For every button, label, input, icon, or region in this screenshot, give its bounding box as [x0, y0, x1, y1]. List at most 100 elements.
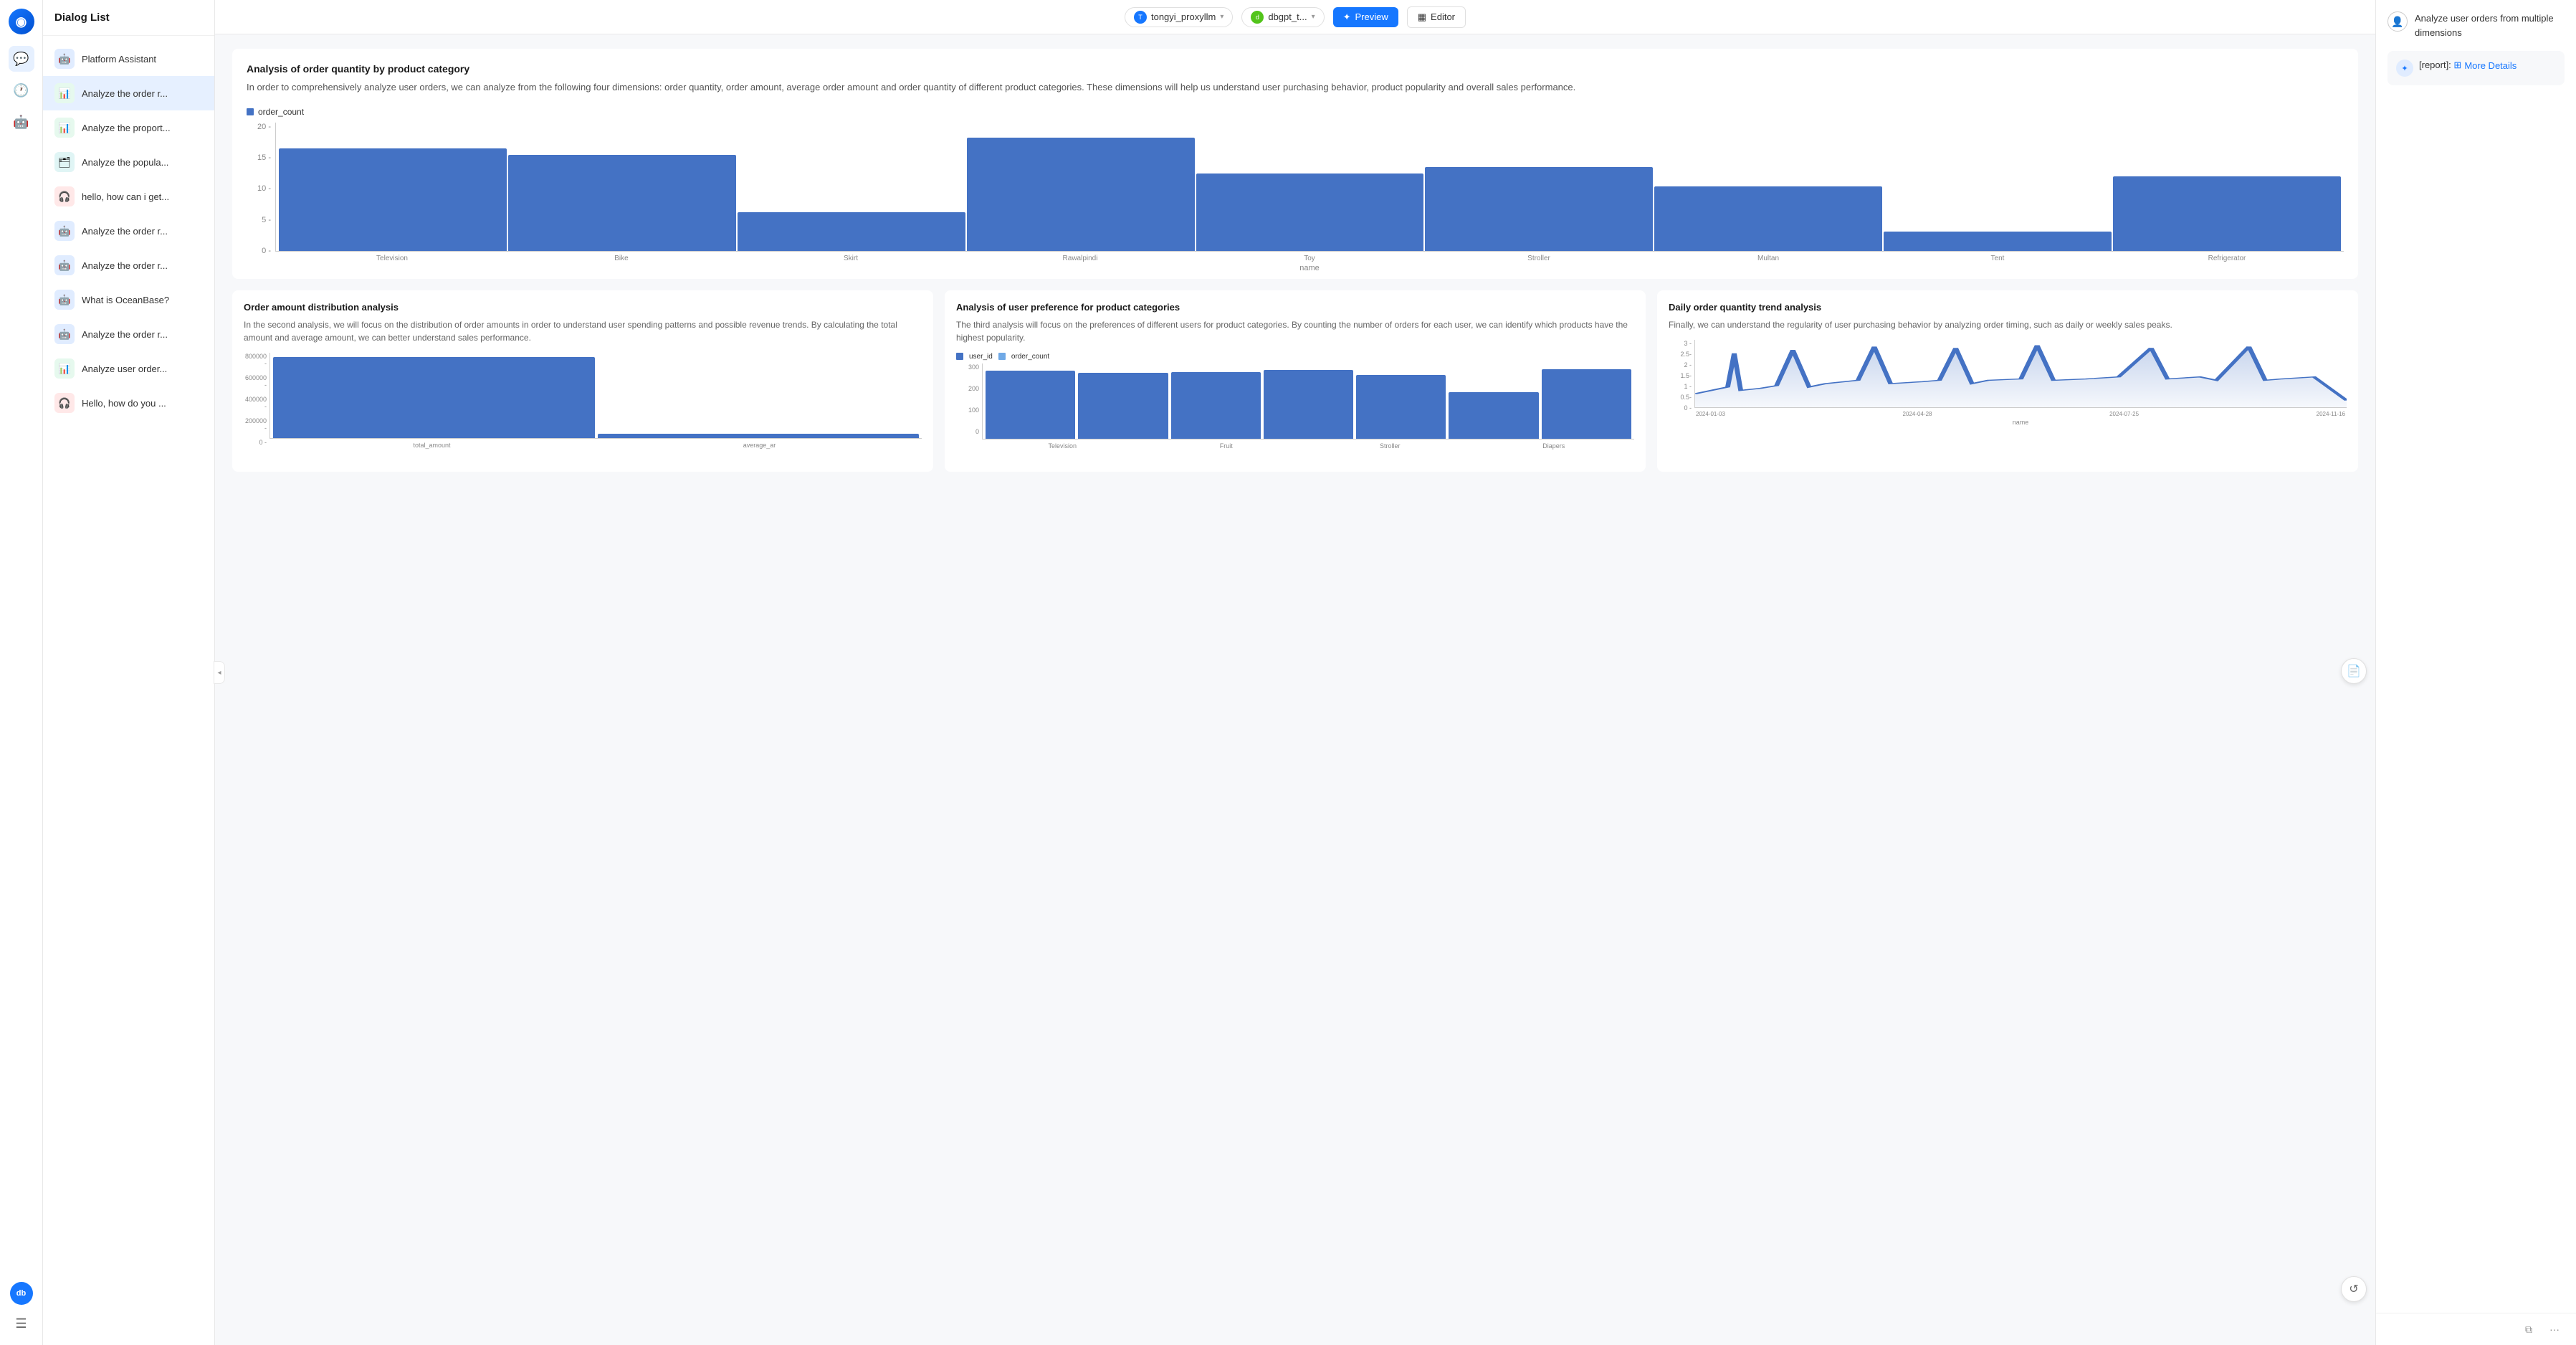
dialog-icon-6: 🤖: [54, 221, 75, 241]
user-message-box: 👤 Analyze user orders from multiple dime…: [2387, 11, 2565, 39]
dialog-item-5[interactable]: 🎧 hello, how can i get...: [43, 179, 214, 214]
dialog-label-1: Platform Assistant: [82, 54, 203, 65]
collapse-sidebar-button[interactable]: ◂: [214, 661, 225, 684]
chart1-xlabel-6: Multan: [1654, 252, 1882, 262]
chart1-xlabel-3: Rawalpindi: [966, 252, 1194, 262]
chart1-xlabel-2: Skirt: [737, 252, 965, 262]
copy-action-button[interactable]: ⧉: [2519, 1319, 2539, 1339]
model1-chevron-icon: ▾: [1220, 13, 1223, 21]
small-bars-1: [269, 353, 922, 439]
model1-name: tongyi_proxyllm: [1151, 11, 1216, 22]
dialog-item-8[interactable]: 🤖 What is OceanBase?: [43, 282, 214, 317]
model2-selector[interactable]: d dbgpt_t... ▾: [1241, 7, 1324, 27]
small-bar-2b: [1078, 373, 1168, 438]
card-order-amount: Order amount distribution analysis In th…: [232, 290, 933, 472]
external-link-icon: ⊞: [2453, 60, 2461, 71]
chart1-xlabel-4: Toy: [1196, 252, 1423, 262]
nav-history-icon[interactable]: 🕐: [9, 77, 34, 103]
x-axis-title-1: name: [275, 264, 2344, 272]
trend-svg: [1695, 340, 2347, 407]
main-analysis-section: Analysis of order quantity by product ca…: [232, 49, 2358, 279]
chart1-xlabel-7: Tent: [1884, 252, 2112, 262]
right-panel: 👤 Analyze user orders from multiple dime…: [2375, 0, 2576, 1345]
model1-selector[interactable]: T tongyi_proxyllm ▾: [1125, 7, 1233, 27]
small-y-axis-2: 300 200 100 0: [956, 363, 982, 450]
more-action-button[interactable]: ···: [2544, 1319, 2565, 1339]
bar-chart-1: order_count 20 - 15 - 10 - 5 - 0 -: [247, 107, 2344, 265]
card3-title: Daily order quantity trend analysis: [1669, 302, 2347, 313]
dialog-label-5: hello, how can i get...: [82, 191, 203, 202]
dialog-item-10[interactable]: 📊 Analyze user order...: [43, 351, 214, 386]
icon-bar: ◉ 💬 🕐 🤖 db ☰: [0, 0, 43, 1345]
model2-name: dbgpt_t...: [1268, 11, 1307, 22]
document-float-button[interactable]: 📄: [2341, 658, 2367, 684]
dialog-label-8: What is OceanBase?: [82, 295, 203, 305]
dialog-icon-3: 📊: [54, 118, 75, 138]
chart1-xlabel-0: Television: [278, 252, 506, 262]
card-daily-trend: Daily order quantity trend analysis Fina…: [1657, 290, 2358, 472]
dialog-list: Dialog List 🤖 Platform Assistant 📊 Analy…: [43, 0, 215, 1345]
chat-content: Analysis of order quantity by product ca…: [215, 34, 2375, 1345]
dialog-icon-9: 🤖: [54, 324, 75, 344]
chart1-xlabel-8: Refrigerator: [2113, 252, 2341, 262]
small-bar-1b: [598, 434, 920, 438]
dialog-icon-8: 🤖: [54, 290, 75, 310]
more-details-link[interactable]: ⊞ More Details: [2453, 60, 2517, 71]
dialog-item-6[interactable]: 🤖 Analyze the order r...: [43, 214, 214, 248]
card2-title: Analysis of user preference for product …: [956, 302, 1634, 313]
editor-button[interactable]: ▦ Editor: [1407, 6, 1466, 28]
user-avatar[interactable]: db: [10, 1282, 33, 1305]
chart1-bar-5[interactable]: [1425, 167, 1653, 250]
chart1-bar-4[interactable]: [1196, 174, 1424, 250]
nav-menu-icon[interactable]: ☰: [9, 1311, 34, 1336]
report-text: [report]: ⊞ More Details: [2419, 60, 2517, 71]
dialog-icon-11: 🎧: [54, 393, 75, 413]
dialog-icon-10: 📊: [54, 358, 75, 379]
dialog-item-9[interactable]: 🤖 Analyze the order r...: [43, 317, 214, 351]
dialog-icon-2: 📊: [54, 83, 75, 103]
chart1-bar-2[interactable]: [738, 212, 965, 251]
small-bar-2d: [1264, 370, 1353, 439]
app-logo: ◉: [9, 9, 34, 34]
chart1-bar-8[interactable]: [2113, 176, 2341, 251]
y-axis-1: 20 - 15 - 10 - 5 - 0 -: [247, 123, 275, 272]
dialog-label-3: Analyze the proport...: [82, 123, 203, 133]
dialog-list-header: Dialog List: [43, 0, 214, 36]
analysis-grid: Order amount distribution analysis In th…: [232, 290, 2358, 472]
editor-icon: ▦: [1418, 11, 1426, 23]
legend-label: order_count: [258, 107, 304, 117]
nav-agent-icon[interactable]: 🤖: [9, 109, 34, 135]
small-bar-2c: [1171, 372, 1261, 438]
chart1-bar-0[interactable]: [279, 148, 507, 251]
right-panel-actions: ⧉ ···: [2376, 1313, 2576, 1345]
report-icon: ✦: [2396, 60, 2413, 77]
small-chart-2: user_id order_count 300 200 100 0: [956, 353, 1634, 460]
refresh-float-button[interactable]: ↺: [2341, 1276, 2367, 1302]
dialog-label-6: Analyze the order r...: [82, 226, 203, 237]
dialog-item-3[interactable]: 📊 Analyze the proport...: [43, 110, 214, 145]
chart1-bar-3[interactable]: [967, 138, 1195, 251]
chart1-bar-7[interactable]: [1884, 232, 2112, 251]
user-icon: 👤: [2387, 11, 2408, 32]
small-bar-1a: [273, 357, 595, 438]
dialog-icon-4: 🗂: [54, 152, 75, 172]
dialog-item-11[interactable]: 🎧 Hello, how do you ...: [43, 386, 214, 420]
mini-labels-3: 2024-01-03 2024-04-28 2024-07-25 2024-11…: [1694, 411, 2347, 417]
dialog-item-2[interactable]: 📊 Analyze the order r...: [43, 76, 214, 110]
chart1-bar-6[interactable]: [1654, 186, 1882, 251]
preview-button[interactable]: ✦ Preview: [1333, 7, 1398, 27]
preview-icon: ✦: [1343, 11, 1351, 23]
dialog-item-4[interactable]: 🗂 Analyze the popula...: [43, 145, 214, 179]
small-bars-2: [982, 363, 1634, 439]
small-chart-1: 800000 - 600000 - 400000 - 200000 - 0 -: [244, 353, 922, 460]
dialog-item-1[interactable]: 🤖 Platform Assistant: [43, 42, 214, 76]
card2-legend1: user_id: [969, 353, 993, 361]
dialog-label-4: Analyze the popula...: [82, 157, 203, 168]
analysis-desc: In order to comprehensively analyze user…: [247, 80, 2344, 95]
card-user-preference: Analysis of user preference for product …: [945, 290, 1646, 472]
chart1-bar-1[interactable]: [508, 155, 736, 251]
dialog-items: 🤖 Platform Assistant 📊 Analyze the order…: [43, 36, 214, 1345]
dialog-item-7[interactable]: 🤖 Analyze the order r...: [43, 248, 214, 282]
top-bar: T tongyi_proxyllm ▾ d dbgpt_t... ▾ ✦ Pre…: [215, 0, 2375, 34]
nav-chat-icon[interactable]: 💬: [9, 46, 34, 72]
